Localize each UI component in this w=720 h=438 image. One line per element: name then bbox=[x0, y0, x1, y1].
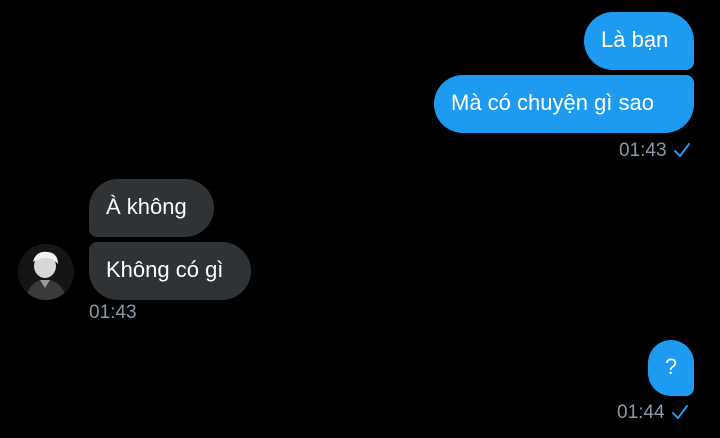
message-meta: 01:43 bbox=[89, 302, 137, 324]
timestamp: 01:43 bbox=[89, 302, 137, 323]
incoming-message-bubble[interactable]: Không có gì bbox=[89, 242, 251, 300]
message-text: Mà có chuyện gì sao bbox=[451, 90, 655, 115]
outgoing-message-bubble[interactable]: ? bbox=[648, 340, 694, 396]
message-text: ? bbox=[664, 354, 678, 379]
checkmark-icon bbox=[673, 142, 690, 157]
message-text: Không có gì bbox=[106, 257, 224, 282]
user-avatar[interactable] bbox=[18, 244, 74, 300]
outgoing-message-bubble[interactable]: Mà có chuyện gì sao bbox=[434, 75, 694, 133]
timestamp: 01:44 bbox=[617, 402, 665, 423]
timestamp: 01:43 bbox=[619, 140, 667, 161]
incoming-message-bubble[interactable]: À không bbox=[89, 179, 214, 237]
message-text: Là bạn bbox=[601, 27, 669, 52]
checkmark-icon bbox=[671, 404, 688, 419]
message-text: À không bbox=[106, 194, 187, 219]
message-meta: 01:43 bbox=[619, 140, 691, 162]
chat-thread: Là bạn Mà có chuyện gì sao 01:43 À không… bbox=[0, 0, 720, 438]
avatar-image bbox=[18, 244, 74, 300]
outgoing-message-bubble[interactable]: Là bạn bbox=[584, 12, 694, 70]
message-meta: 01:44 bbox=[617, 402, 689, 424]
